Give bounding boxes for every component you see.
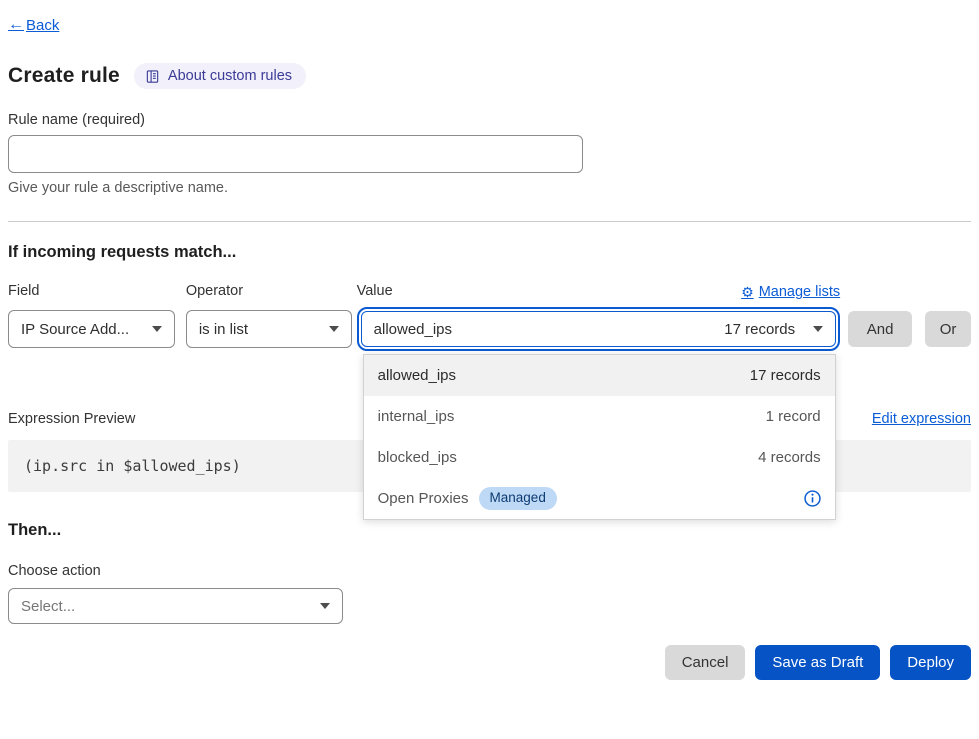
- and-button[interactable]: And: [848, 311, 912, 347]
- list-option-name: allowed_ips: [378, 367, 456, 384]
- rule-name-label: Rule name (required): [8, 112, 971, 128]
- manage-lists-link[interactable]: ⚙ Manage lists: [741, 284, 840, 300]
- chevron-down-icon: [320, 603, 330, 609]
- deploy-button[interactable]: Deploy: [890, 645, 971, 680]
- list-option-name: internal_ips: [378, 408, 455, 425]
- page-title: Create rule: [8, 64, 120, 88]
- operator-column: Operator is in list: [186, 283, 352, 348]
- back-link[interactable]: ←Back: [8, 17, 59, 34]
- about-custom-rules-link[interactable]: About custom rules: [134, 63, 306, 89]
- operator-select-value: is in list: [199, 321, 321, 338]
- gear-icon: ⚙: [741, 285, 754, 299]
- rule-name-helper: Give your rule a descriptive name.: [8, 180, 971, 196]
- book-icon: [145, 69, 160, 84]
- action-select-placeholder: Select...: [21, 598, 312, 615]
- managed-badge: Managed: [479, 487, 557, 509]
- match-heading: If incoming requests match...: [8, 243, 971, 262]
- info-icon[interactable]: [804, 490, 821, 507]
- lists-dropdown-menu: allowed_ips 17 records internal_ips 1 re…: [363, 354, 836, 520]
- value-label: Value: [357, 283, 393, 301]
- list-option-name: blocked_ips: [378, 449, 457, 466]
- section-divider: [8, 221, 971, 222]
- list-option-name: Open Proxies: [378, 490, 469, 507]
- operator-select[interactable]: is in list: [186, 310, 352, 348]
- create-rule-page: ←Back Create rule About custom rules Rul…: [0, 0, 979, 739]
- or-button[interactable]: Or: [925, 311, 971, 347]
- back-arrow-icon: ←: [8, 17, 24, 33]
- expression-code-text: (ip.src in $allowed_ips): [24, 457, 241, 475]
- expression-preview-label: Expression Preview: [8, 411, 135, 427]
- value-column: Value ⚙ Manage lists allowed_ips 17 reco…: [357, 283, 840, 351]
- footer-actions: Cancel Save as Draft Deploy: [8, 645, 971, 680]
- list-option-record-count: 1 record: [766, 408, 821, 425]
- chevron-down-icon: [329, 326, 339, 332]
- manage-lists-label: Manage lists: [759, 284, 840, 300]
- about-badge-label: About custom rules: [168, 68, 292, 84]
- list-option-open-proxies[interactable]: Open Proxies Managed: [364, 478, 835, 519]
- cancel-button[interactable]: Cancel: [665, 645, 746, 680]
- list-option-blocked-ips[interactable]: blocked_ips 4 records: [364, 437, 835, 478]
- save-as-draft-button[interactable]: Save as Draft: [755, 645, 880, 680]
- list-option-record-count: 4 records: [758, 449, 821, 466]
- then-heading: Then...: [8, 521, 971, 540]
- field-label: Field: [8, 283, 175, 301]
- value-select-record-count: 17 records: [724, 321, 795, 338]
- field-select-value: IP Source Add...: [21, 321, 144, 338]
- list-option-internal-ips[interactable]: internal_ips 1 record: [364, 396, 835, 437]
- action-select[interactable]: Select...: [8, 588, 343, 624]
- value-header: Value ⚙ Manage lists: [357, 283, 840, 301]
- back-link-label: Back: [26, 17, 59, 34]
- edit-expression-link[interactable]: Edit expression: [872, 411, 971, 427]
- match-condition-row: Field IP Source Add... Operator is in li…: [8, 283, 971, 351]
- choose-action-label: Choose action: [8, 563, 971, 579]
- title-row: Create rule About custom rules: [8, 63, 971, 89]
- value-select[interactable]: allowed_ips 17 records: [361, 311, 836, 347]
- list-option-allowed-ips[interactable]: allowed_ips 17 records: [364, 355, 835, 396]
- field-column: Field IP Source Add...: [8, 283, 175, 348]
- rule-name-input[interactable]: [8, 135, 583, 173]
- chevron-down-icon: [152, 326, 162, 332]
- field-select[interactable]: IP Source Add...: [8, 310, 175, 348]
- value-select-selected: allowed_ips: [374, 321, 452, 338]
- value-select-focus-ring: allowed_ips 17 records allowed_ips 17 re…: [357, 307, 840, 351]
- chevron-down-icon: [813, 326, 823, 332]
- list-option-record-count: 17 records: [750, 367, 821, 384]
- operator-label: Operator: [186, 283, 352, 301]
